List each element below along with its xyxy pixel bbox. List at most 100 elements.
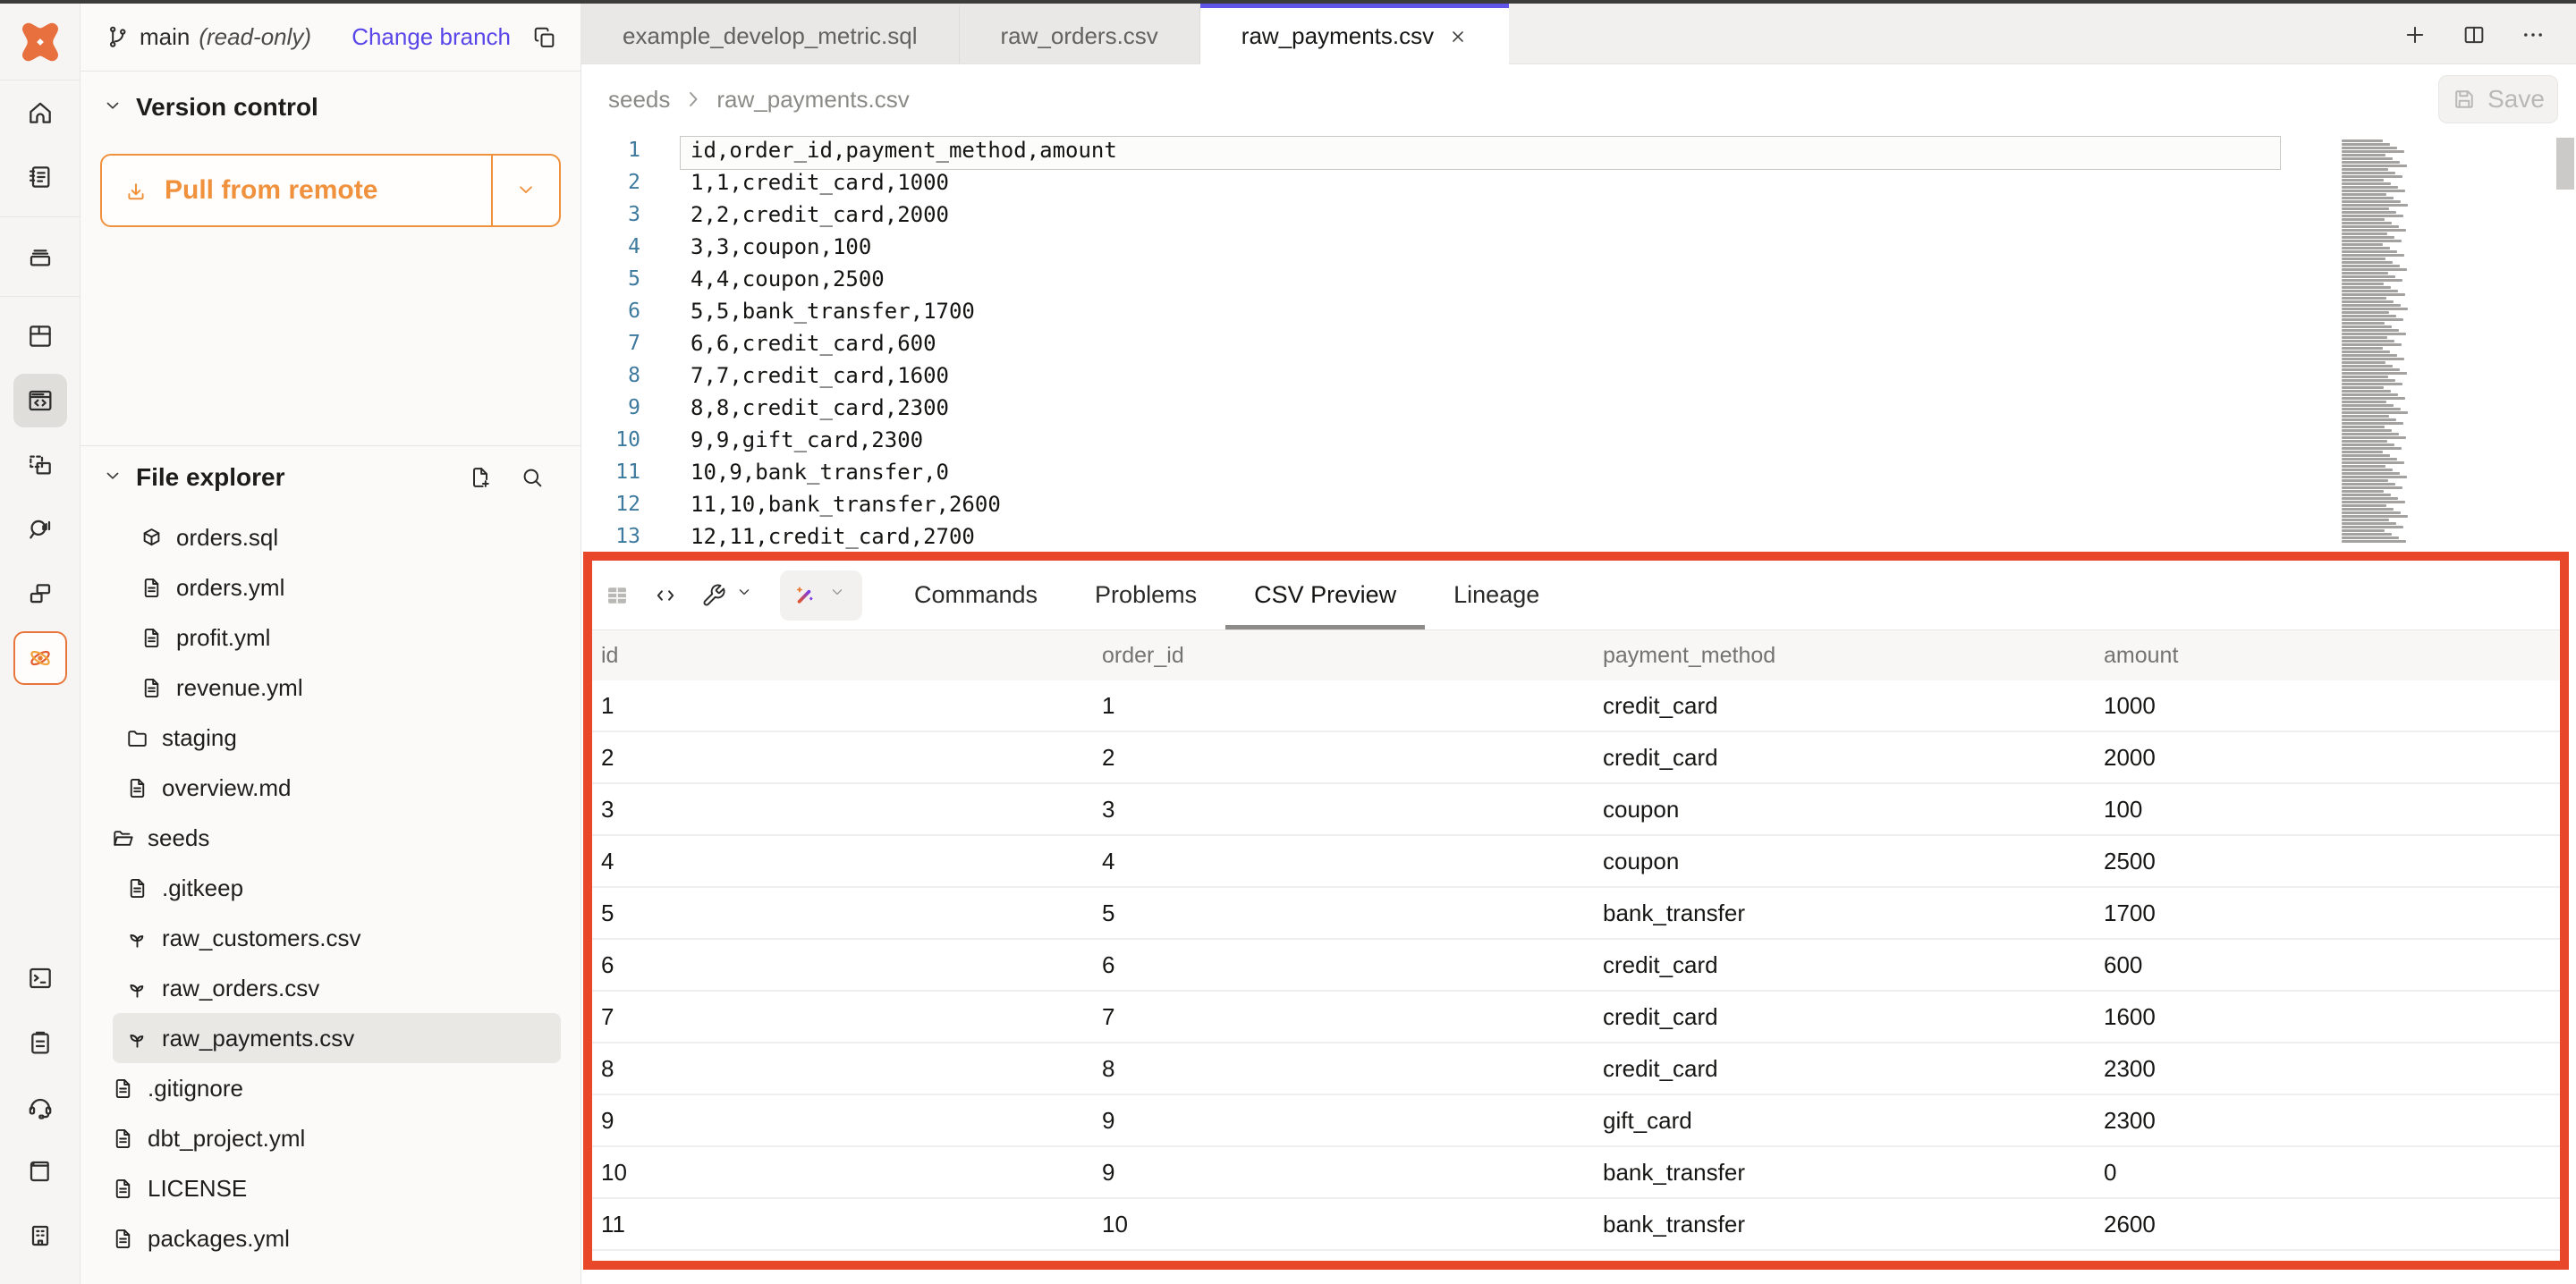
file-row[interactable]: orders.yml [80, 562, 580, 612]
panel-tab-commands[interactable]: Commands [886, 561, 1066, 629]
code-line[interactable]: 98,8,credit_card,2300 [581, 392, 2576, 424]
file-row[interactable]: packages.yml [80, 1213, 580, 1263]
code-line[interactable]: 1110,9,bank_transfer,0 [581, 456, 2576, 488]
csv-cell: 11 [601, 1211, 1102, 1238]
file-explorer-toggle[interactable]: File explorer [100, 463, 285, 492]
breadcrumb-folder[interactable]: seeds [608, 86, 670, 114]
file-row[interactable]: seeds [80, 813, 580, 863]
panel-tab-csv-preview[interactable]: CSV Preview [1225, 561, 1425, 629]
file-icon [140, 576, 164, 600]
panel-tab-lineage[interactable]: Lineage [1425, 561, 1568, 629]
csv-cell: 8 [1102, 1055, 1603, 1083]
code-line[interactable]: 87,7,credit_card,1600 [581, 359, 2576, 392]
line-number: 8 [581, 364, 640, 387]
editor-minimap[interactable] [2342, 139, 2411, 544]
line-number: 6 [581, 300, 640, 323]
notebook-icon[interactable] [13, 150, 67, 204]
pull-from-remote-main[interactable]: Pull from remote [102, 156, 491, 225]
csv-row: 99gift_card2300 [592, 1095, 2560, 1147]
code-line[interactable]: 109,9,gift_card,2300 [581, 424, 2576, 456]
line-number: 10 [581, 428, 640, 452]
code-line[interactable]: 1312,11,credit_card,2700 [581, 520, 2576, 552]
file-row[interactable]: LICENSE [80, 1163, 580, 1213]
file-row[interactable]: raw_customers.csv [80, 913, 580, 963]
panel-tab-problems[interactable]: Problems [1066, 561, 1225, 629]
building-icon[interactable] [13, 1209, 67, 1263]
code-line[interactable]: 43,3,coupon,100 [581, 231, 2576, 263]
code-line[interactable]: 1211,10,bank_transfer,2600 [581, 488, 2576, 520]
csv-cell: 1 [601, 692, 1102, 720]
code-editor[interactable]: 1id,order_id,payment_method,amount21,1,c… [581, 134, 2576, 552]
home-icon[interactable] [13, 86, 67, 139]
file-row[interactable]: .gitkeep [80, 863, 580, 913]
book-icon[interactable] [13, 1145, 67, 1198]
csv-column-header: id [601, 643, 1102, 669]
file-name: dbt_project.yml [148, 1125, 305, 1153]
code-line[interactable]: 21,1,credit_card,1000 [581, 166, 2576, 199]
version-control-header[interactable]: Version control [100, 93, 561, 122]
file-row[interactable]: orders.sql [80, 512, 580, 562]
build-wrench-icon [701, 583, 726, 608]
pull-from-remote-label: Pull from remote [165, 175, 377, 206]
search-files-icon[interactable] [520, 465, 545, 490]
split-editor-icon[interactable] [2462, 21, 2487, 46]
editor-tab[interactable]: example_develop_metric.sql [581, 4, 960, 63]
results-table-icon[interactable] [605, 583, 630, 608]
csv-column-header: order_id [1102, 643, 1603, 669]
code-line[interactable]: 32,2,credit_card,2000 [581, 199, 2576, 231]
file-icon [140, 676, 164, 700]
save-button[interactable]: Save [2438, 75, 2558, 123]
file-row[interactable]: .gitignore [80, 1063, 580, 1113]
dbt-logo-icon[interactable] [0, 4, 80, 80]
close-tab-icon[interactable] [1448, 27, 1468, 46]
windows-icon[interactable] [13, 567, 67, 621]
file-icon [111, 1127, 135, 1151]
file-row[interactable]: raw_orders.csv [80, 963, 580, 1013]
headset-icon[interactable] [13, 1080, 67, 1134]
copilot-actions-menu[interactable] [780, 570, 862, 621]
file-row[interactable]: profit.yml [80, 612, 580, 663]
app-window: main (read-only) Change branch Version c… [0, 4, 2576, 1284]
build-menu[interactable] [701, 583, 757, 608]
drawer-icon[interactable] [13, 230, 67, 283]
file-row[interactable]: raw_payments.csv [113, 1013, 561, 1063]
line-number: 2 [581, 171, 640, 194]
pull-options-dropdown[interactable] [491, 156, 559, 225]
file-row[interactable]: revenue.yml [80, 663, 580, 713]
copilot-icon[interactable] [13, 631, 67, 685]
file-icon [111, 1077, 135, 1101]
editor-tab[interactable]: raw_orders.csv [960, 4, 1200, 63]
dashboard-icon[interactable] [13, 309, 67, 363]
file-row[interactable]: staging [80, 713, 580, 763]
file-row[interactable]: dbt_project.yml [80, 1113, 580, 1163]
editor-tab[interactable]: raw_payments.csv [1200, 4, 1509, 64]
csv-cell: 2300 [2104, 1107, 2560, 1135]
canvas-icon[interactable] [13, 438, 67, 492]
terminal-icon[interactable] [13, 951, 67, 1005]
file-row[interactable]: overview.md [80, 763, 580, 813]
new-tab-icon[interactable] [2402, 21, 2428, 46]
breadcrumb-file: raw_payments.csv [716, 86, 909, 114]
clipboard-icon[interactable] [13, 1016, 67, 1069]
new-file-icon[interactable] [468, 465, 493, 490]
code-line[interactable]: 76,6,credit_card,600 [581, 327, 2576, 359]
line-number: 3 [581, 203, 640, 226]
tab-overflow-menu-icon[interactable] [2521, 21, 2546, 46]
copy-branch-icon[interactable] [532, 25, 557, 50]
code-line[interactable]: 65,5,bank_transfer,1700 [581, 295, 2576, 327]
csv-cell: 600 [2104, 951, 2560, 979]
code-text: 3,3,coupon,100 [640, 234, 871, 259]
file-name: .gitkeep [162, 874, 243, 902]
editor-scrollbar[interactable] [2556, 138, 2574, 190]
query-explore-icon[interactable] [13, 503, 67, 556]
compiled-code-icon[interactable] [653, 583, 678, 608]
code-editor-icon[interactable] [13, 374, 67, 427]
code-line[interactable]: 1id,order_id,payment_method,amount [581, 134, 2576, 166]
code-line[interactable]: 54,4,coupon,2500 [581, 263, 2576, 295]
csv-cell: bank_transfer [1603, 1211, 2104, 1238]
csv-cell: 3 [1102, 796, 1603, 824]
change-branch-link[interactable]: Change branch [352, 23, 511, 51]
pull-from-remote-button: Pull from remote [100, 154, 561, 227]
csv-cell: bank_transfer [1603, 900, 2104, 927]
csv-cell: 2500 [2104, 848, 2560, 875]
